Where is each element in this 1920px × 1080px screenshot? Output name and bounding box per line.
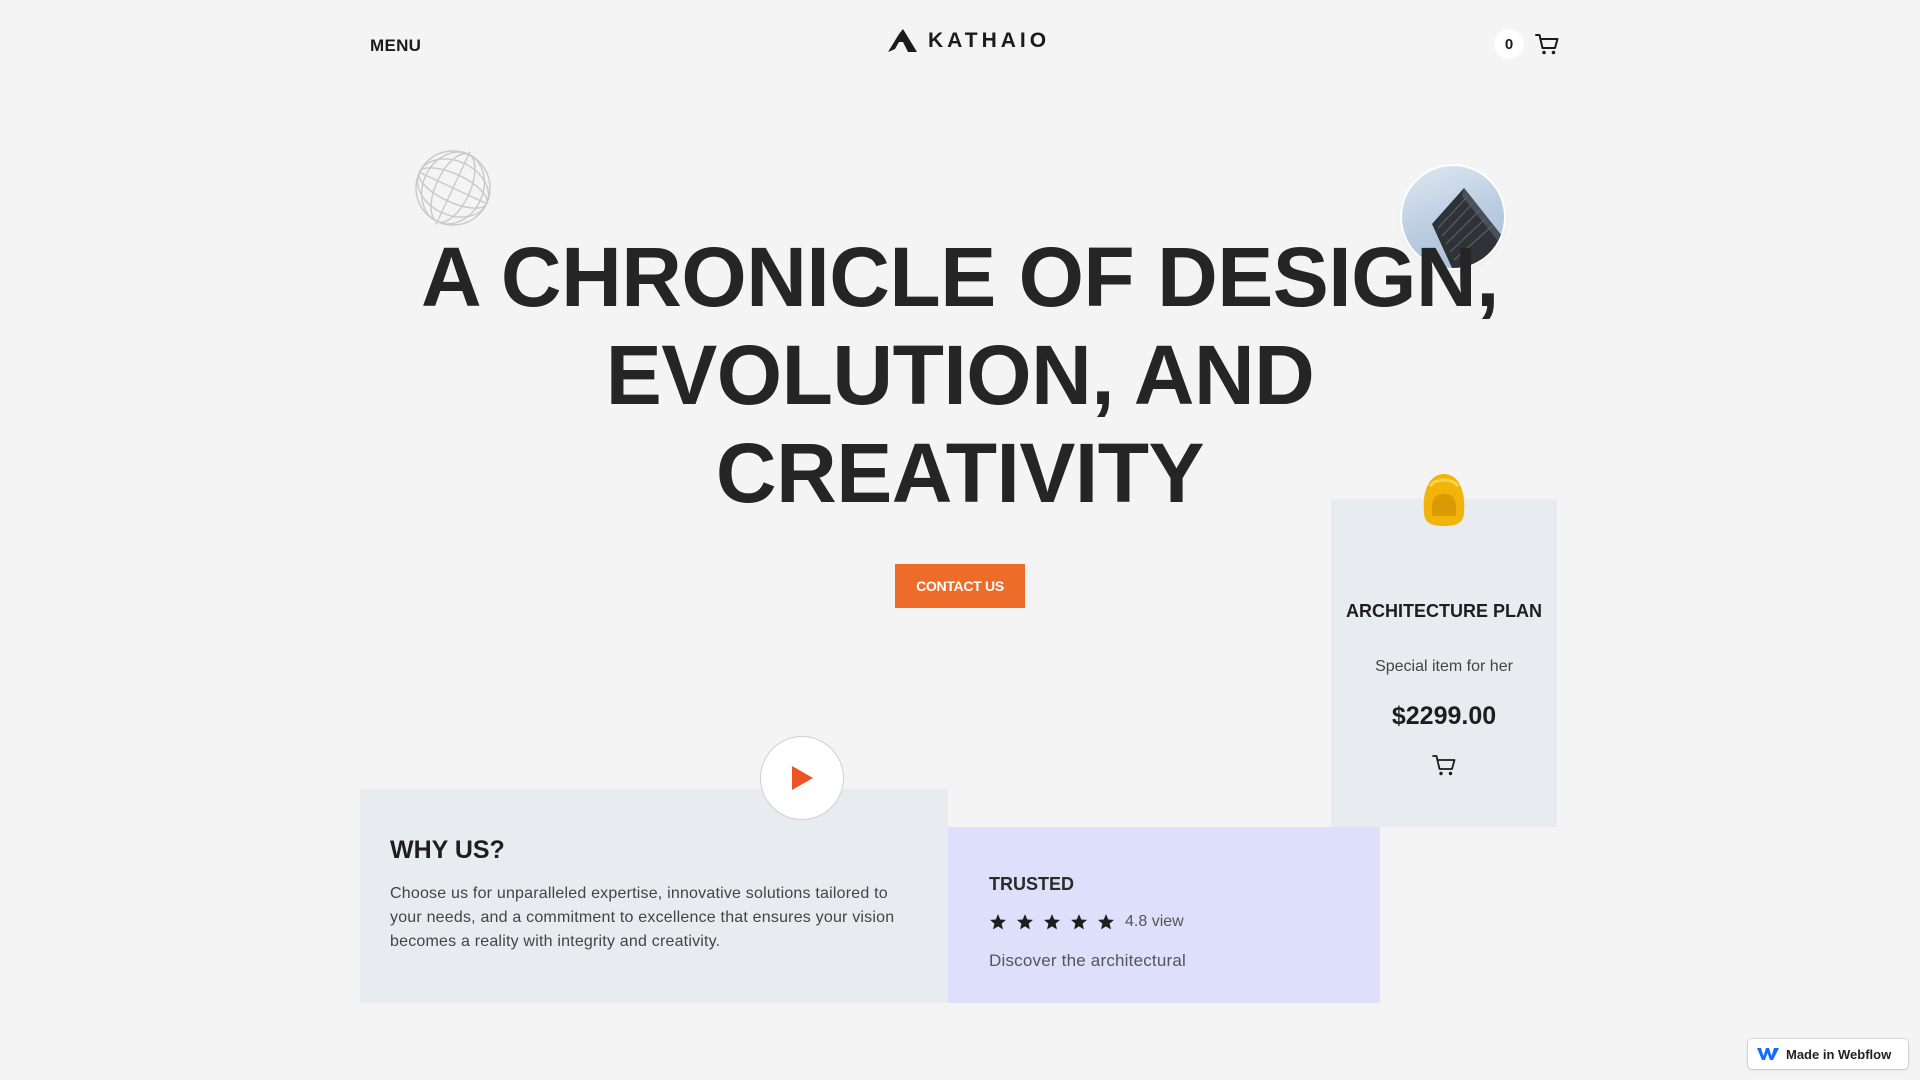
why-us-text: Choose us for unparalleled expertise, in… (390, 885, 895, 950)
rating-text: 4.8 view (1125, 913, 1184, 930)
why-us-title: WHY US? (390, 836, 505, 864)
rating-row: 4.8 view (989, 913, 1184, 931)
product-title: ARCHITECTURE PLAN (1346, 601, 1542, 621)
cart-icon[interactable] (1534, 31, 1560, 57)
contact-us-button[interactable]: CONTACT US (895, 564, 1025, 608)
helmet-icon (1423, 474, 1465, 526)
star-icon (1016, 914, 1034, 930)
header-cart[interactable]: 0 (1494, 29, 1560, 59)
star-icon (989, 914, 1007, 930)
product-subtitle: Special item for her (1375, 658, 1513, 675)
star-icon (1097, 914, 1115, 930)
trusted-title: TRUSTED (989, 874, 1074, 894)
cart-count-badge: 0 (1494, 29, 1524, 59)
menu-button[interactable]: MENU (370, 36, 421, 56)
play-icon (792, 766, 813, 790)
globe-icon (415, 150, 491, 226)
product-price: $2299.00 (1391, 702, 1497, 730)
logo-icon (888, 29, 917, 52)
webflow-logo-icon (1757, 1048, 1779, 1060)
hero-title: A CHRONICLE OF DESIGN, EVOLUTION, AND CR… (421, 230, 1499, 520)
add-to-cart-icon[interactable] (1431, 752, 1457, 778)
trusted-description: Discover the architectural (989, 951, 1186, 970)
rating-stars (989, 913, 1115, 931)
brand-logo[interactable]: KATHAIO (886, 28, 1050, 54)
made-in-webflow-badge[interactable]: Made in Webflow (1748, 1039, 1908, 1069)
logo-text: KATHAIO (928, 29, 1051, 52)
star-icon (1043, 914, 1061, 930)
webflow-badge-label: Made in Webflow (1786, 1046, 1892, 1062)
play-video-button[interactable] (760, 736, 844, 820)
star-icon (1070, 914, 1088, 930)
